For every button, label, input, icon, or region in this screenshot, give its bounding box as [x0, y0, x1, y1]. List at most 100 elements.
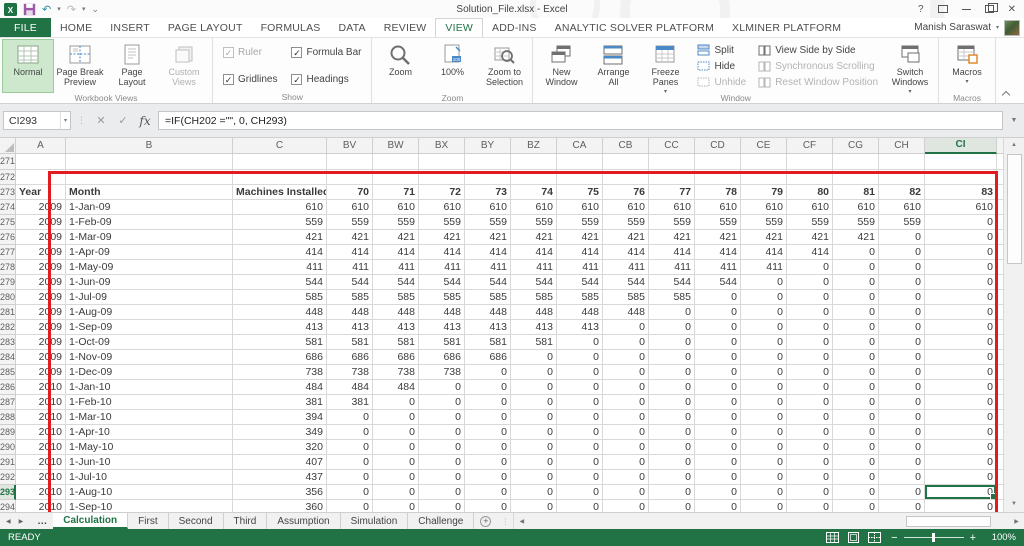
horizontal-scroll-thumb[interactable]	[906, 515, 991, 527]
horizontal-scroll-track[interactable]	[529, 515, 1009, 528]
cell[interactable]: 411	[603, 260, 649, 275]
cell[interactable]: 559	[649, 215, 695, 230]
cell[interactable]: 0	[833, 290, 879, 305]
cell[interactable]: 0	[511, 485, 557, 500]
cell[interactable]: 0	[649, 305, 695, 320]
row-header-292[interactable]: 292	[0, 470, 16, 485]
cell[interactable]: 0	[327, 425, 373, 440]
cell[interactable]: 559	[511, 215, 557, 230]
row-header-277[interactable]: 277	[0, 245, 16, 260]
cell[interactable]: 414	[419, 245, 465, 260]
cell[interactable]: 559	[603, 215, 649, 230]
cell[interactable]: 0	[465, 500, 511, 512]
cell[interactable]: 0	[603, 350, 649, 365]
cell[interactable]: 610	[879, 200, 925, 215]
row-header-282[interactable]: 282	[0, 320, 16, 335]
cell[interactable]	[373, 170, 419, 185]
cell[interactable]: 421	[603, 230, 649, 245]
row-header-278[interactable]: 278	[0, 260, 16, 275]
cell[interactable]: 581	[419, 335, 465, 350]
cell[interactable]: 0	[741, 335, 787, 350]
cell[interactable]: 0	[879, 320, 925, 335]
cell[interactable]	[511, 154, 557, 170]
cell[interactable]: 0	[695, 305, 741, 320]
cell[interactable]: 686	[419, 350, 465, 365]
vertical-scroll-thumb[interactable]	[1006, 154, 1022, 264]
cell[interactable]: 0	[833, 455, 879, 470]
cell[interactable]: 544	[373, 275, 419, 290]
cell[interactable]: 2009	[16, 365, 66, 380]
cell[interactable]: 0	[327, 500, 373, 512]
cell[interactable]: 559	[465, 215, 511, 230]
cell[interactable]: 421	[787, 230, 833, 245]
cell[interactable]: 2010	[16, 395, 66, 410]
cell[interactable]: 0	[741, 410, 787, 425]
cell[interactable]: 2009	[16, 230, 66, 245]
cell[interactable]: 448	[511, 305, 557, 320]
cell[interactable]: 544	[695, 275, 741, 290]
cell[interactable]: 585	[233, 290, 327, 305]
cell[interactable]: 0	[649, 350, 695, 365]
column-header-ci[interactable]: CI	[925, 138, 997, 154]
ribbon-tab-review[interactable]: REVIEW	[375, 18, 436, 37]
cell[interactable]	[327, 170, 373, 185]
cell[interactable]: 559	[741, 215, 787, 230]
cell[interactable]: 0	[695, 335, 741, 350]
ribbon-tab-view[interactable]: VIEW	[435, 18, 484, 37]
macros-button[interactable]: Macros ▾	[941, 39, 993, 93]
cell[interactable]: 421	[557, 230, 603, 245]
cell[interactable]: 448	[557, 305, 603, 320]
cell[interactable]: 559	[557, 215, 603, 230]
cell[interactable]: 414	[649, 245, 695, 260]
cell[interactable]: 585	[373, 290, 419, 305]
cell[interactable]: 421	[511, 230, 557, 245]
cell[interactable]: 81	[833, 185, 879, 200]
cell[interactable]	[997, 200, 1003, 215]
cell[interactable]: 0	[649, 335, 695, 350]
zoom-out-icon[interactable]: −	[891, 532, 897, 544]
cell[interactable]: 0	[879, 440, 925, 455]
cell[interactable]: 0	[741, 395, 787, 410]
cell[interactable]: 686	[465, 350, 511, 365]
cell[interactable]: 0	[879, 500, 925, 512]
cell[interactable]: 421	[695, 230, 741, 245]
cell[interactable]: 0	[373, 470, 419, 485]
cell[interactable]: 0	[879, 395, 925, 410]
cell[interactable]: 559	[233, 215, 327, 230]
cell[interactable]	[741, 170, 787, 185]
cell[interactable]: 414	[465, 245, 511, 260]
cell[interactable]: 0	[649, 425, 695, 440]
gridlines-checkbox[interactable]: ✓ Gridlines	[223, 74, 277, 85]
cell[interactable]: 2010	[16, 380, 66, 395]
cell[interactable]	[997, 440, 1003, 455]
cell[interactable]: 448	[233, 305, 327, 320]
cell[interactable]	[833, 154, 879, 170]
column-header-ca[interactable]: CA	[557, 138, 603, 154]
cell[interactable]	[649, 170, 695, 185]
ribbon-tab-insert[interactable]: INSERT	[101, 18, 159, 37]
cell[interactable]	[787, 170, 833, 185]
cell[interactable]: 414	[695, 245, 741, 260]
restore-icon[interactable]	[984, 3, 998, 13]
cell[interactable]: 0	[925, 470, 997, 485]
cell[interactable]: 610	[787, 200, 833, 215]
cell[interactable]: 407	[233, 455, 327, 470]
cell[interactable]	[997, 320, 1003, 335]
cell[interactable]: 0	[833, 245, 879, 260]
cell[interactable]: 1-Apr-09	[66, 245, 233, 260]
cell[interactable]: 0	[695, 470, 741, 485]
cell[interactable]: 0	[649, 320, 695, 335]
cell[interactable]: 610	[373, 200, 419, 215]
ribbon-tab-formulas[interactable]: FORMULAS	[252, 18, 330, 37]
cell[interactable]	[997, 290, 1003, 305]
cell[interactable]: Month	[66, 185, 233, 200]
cell[interactable]	[879, 154, 925, 170]
cell[interactable]: 0	[925, 455, 997, 470]
cell[interactable]: 381	[327, 395, 373, 410]
enter-icon[interactable]: ✓	[114, 114, 132, 127]
cell[interactable]: 0	[603, 335, 649, 350]
cell[interactable]: 414	[373, 245, 419, 260]
cell[interactable]: 0	[419, 455, 465, 470]
cell[interactable]: 0	[511, 455, 557, 470]
cell[interactable]: 610	[327, 200, 373, 215]
